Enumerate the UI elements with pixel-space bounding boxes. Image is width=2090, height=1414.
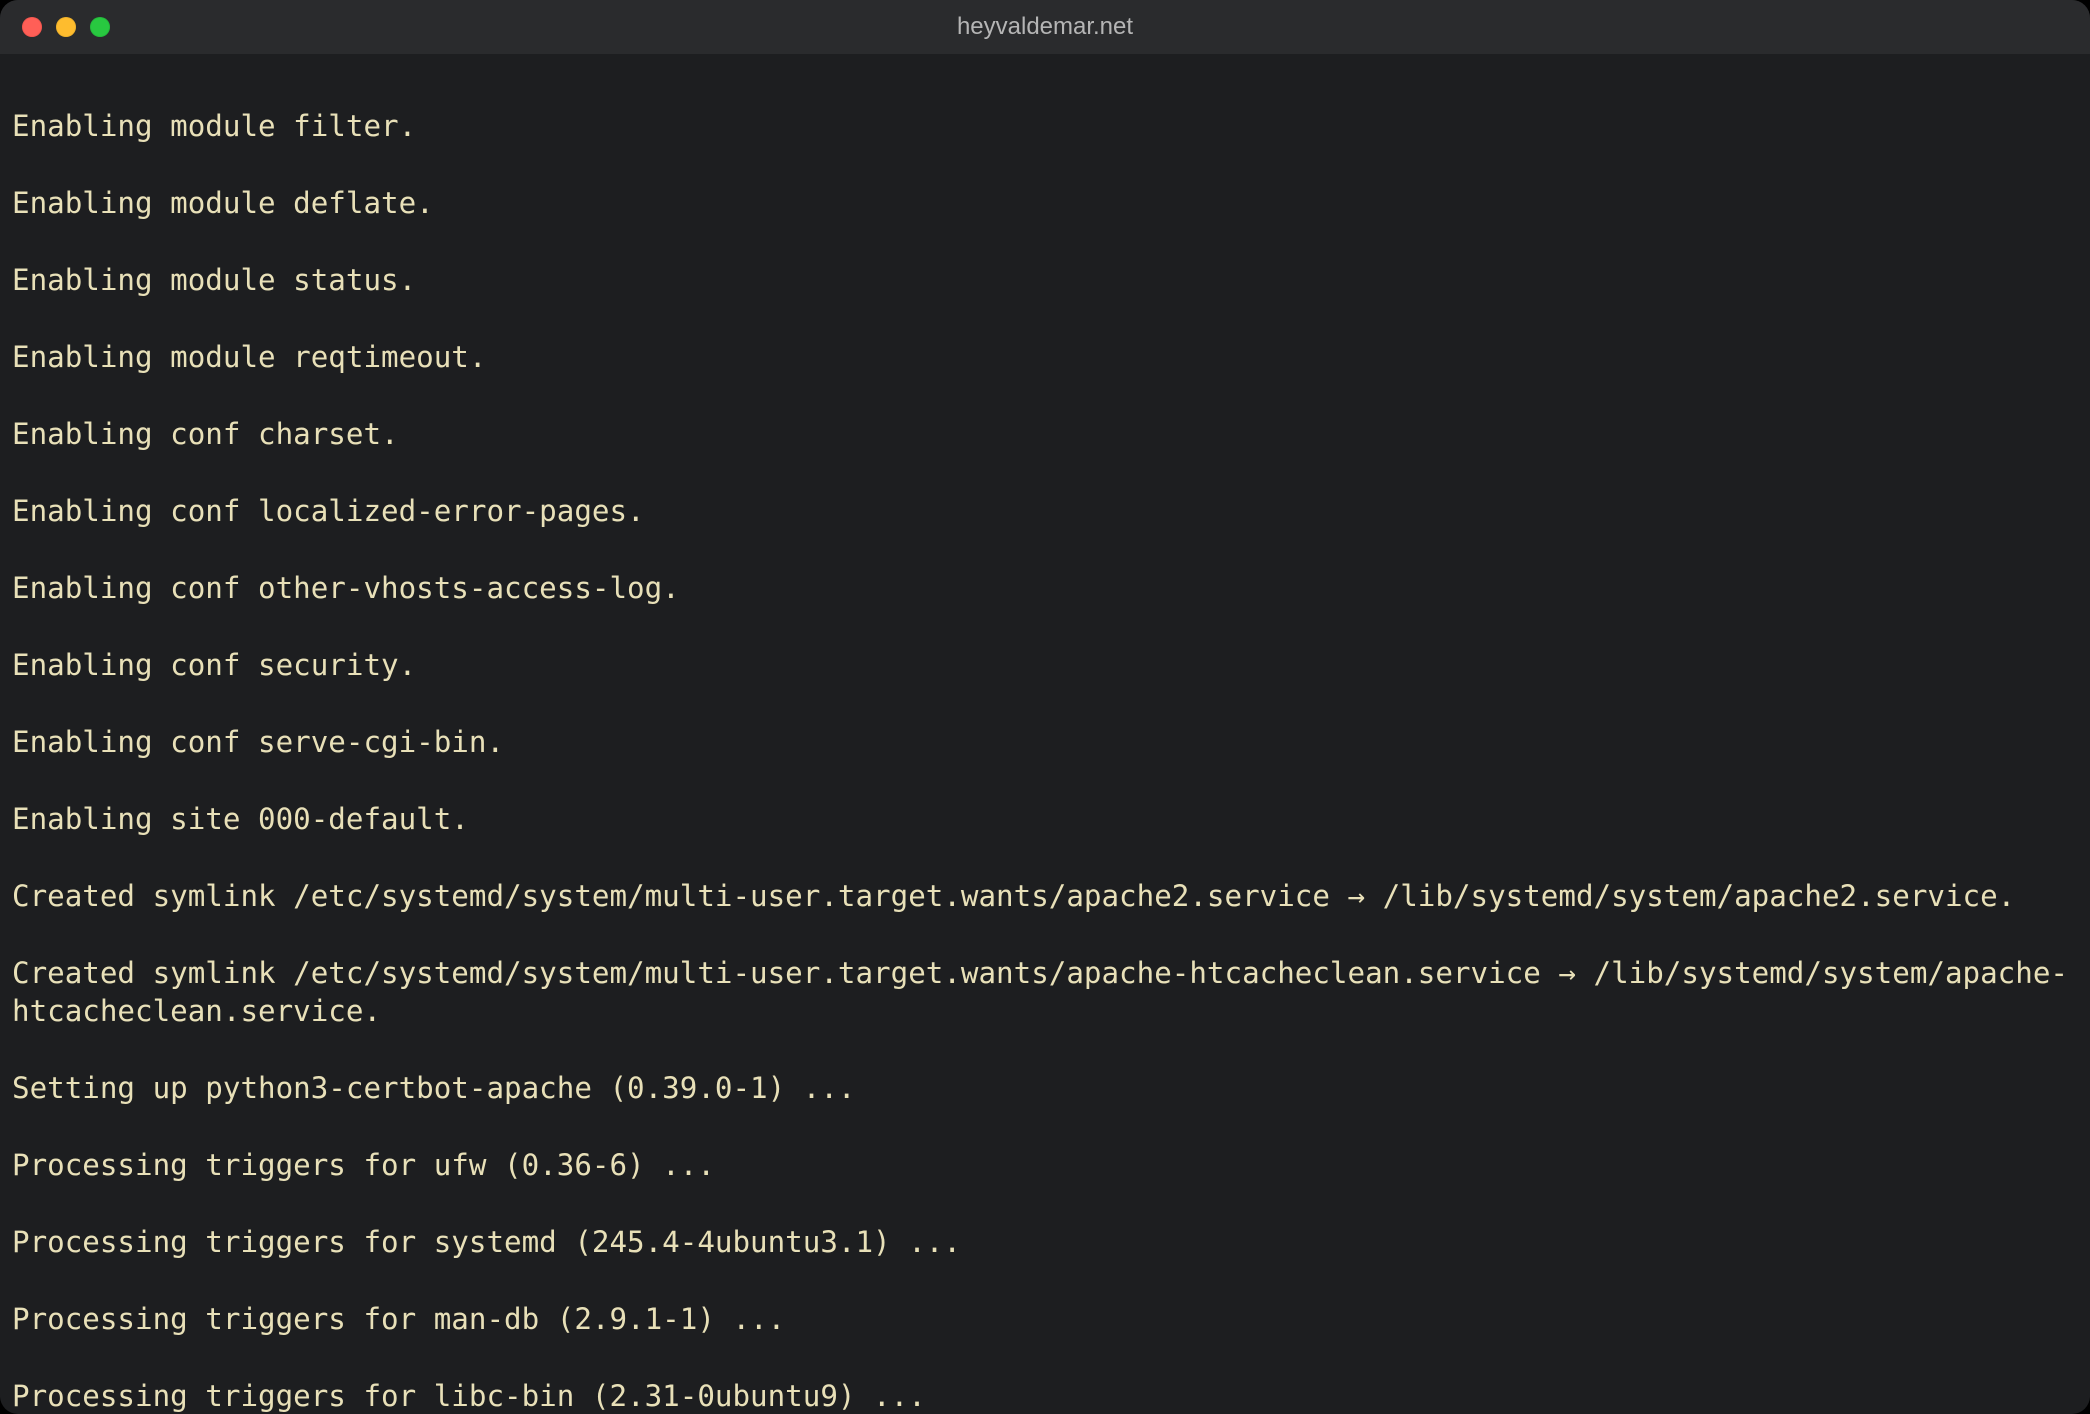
output-line: Processing triggers for ufw (0.36-6) ...: [12, 1146, 2078, 1185]
output-line: Created symlink /etc/systemd/system/mult…: [12, 877, 2078, 916]
terminal-content[interactable]: Enabling module filter. Enabling module …: [0, 54, 2090, 1414]
output-line: Enabling conf security.: [12, 646, 2078, 685]
output-line: Enabling module filter.: [12, 107, 2078, 146]
output-line: Enabling module deflate.: [12, 184, 2078, 223]
output-line: Processing triggers for libc-bin (2.31-0…: [12, 1377, 2078, 1414]
output-line: Enabling module reqtimeout.: [12, 338, 2078, 377]
window-title: heyvaldemar.net: [0, 13, 2090, 41]
output-line: Enabling conf localized-error-pages.: [12, 492, 2078, 531]
output-line: Enabling conf other-vhosts-access-log.: [12, 569, 2078, 608]
titlebar[interactable]: heyvaldemar.net: [0, 0, 2090, 54]
output-line: Created symlink /etc/systemd/system/mult…: [12, 954, 2078, 1031]
close-icon[interactable]: [22, 17, 42, 37]
output-line: Processing triggers for systemd (245.4-4…: [12, 1223, 2078, 1262]
maximize-icon[interactable]: [90, 17, 110, 37]
output-line: Enabling site 000-default.: [12, 800, 2078, 839]
output-line: Enabling module status.: [12, 261, 2078, 300]
output-line: Processing triggers for man-db (2.9.1-1)…: [12, 1300, 2078, 1339]
output-line: Enabling conf serve-cgi-bin.: [12, 723, 2078, 762]
output-line: Setting up python3-certbot-apache (0.39.…: [12, 1069, 2078, 1108]
terminal-window: heyvaldemar.net Enabling module filter. …: [0, 0, 2090, 1414]
window-controls: [0, 17, 110, 37]
output-line: Enabling conf charset.: [12, 415, 2078, 454]
minimize-icon[interactable]: [56, 17, 76, 37]
